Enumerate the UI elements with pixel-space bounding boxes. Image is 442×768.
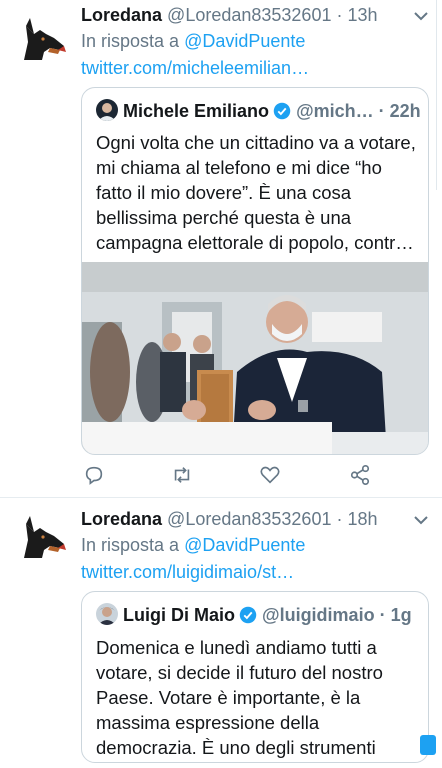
tweet-header: Loredana @Loredan83532601 · 13h	[81, 3, 430, 27]
retweet-icon[interactable]	[171, 464, 193, 486]
tweet-link[interactable]: twitter.com/micheleemilian…	[81, 55, 430, 83]
quoted-tweet-photo[interactable]	[82, 262, 428, 454]
quoted-author-line: Luigi Di Maio @luigidimaio · 1g	[123, 603, 412, 627]
person-avatar-image	[96, 603, 118, 625]
timestamp[interactable]: 18h	[347, 509, 377, 529]
quoted-handle-time: @mich… · 22h	[296, 101, 421, 121]
reply-prefix: In risposta a	[81, 535, 185, 555]
heart-icon[interactable]	[259, 464, 281, 486]
author-name[interactable]: Loredana	[81, 509, 162, 529]
author-handle[interactable]: @Loredan83532601	[167, 5, 331, 25]
quoted-avatar	[96, 99, 118, 121]
tweet-content: Loredana @Loredan83532601 · 18h In rispo…	[81, 507, 430, 587]
timestamp[interactable]: 13h	[347, 5, 377, 25]
tweet-content: Loredana @Loredan83532601 · 13h In rispo…	[81, 3, 430, 83]
quoted-tweet-text: Domenica e lunedì andiamo tutti a votare…	[96, 637, 383, 758]
reply-mention-link[interactable]: @DavidPuente	[184, 535, 305, 555]
quoted-author-line: Michele Emiliano @mich… · 22h	[123, 99, 421, 123]
author-name[interactable]: Loredana	[81, 5, 162, 25]
reply-context: In risposta a @DavidPuente	[81, 27, 430, 55]
quoted-handle-time: @luigidimaio · 1g	[262, 605, 412, 625]
doberman-avatar-image	[14, 510, 70, 566]
quoted-author-name: Luigi Di Maio	[123, 605, 235, 625]
avatar[interactable]	[14, 510, 70, 566]
tweet-link[interactable]: twitter.com/luigidimaio/st…	[81, 559, 430, 587]
reply-icon[interactable]	[83, 464, 105, 486]
separator-dot: ·	[331, 5, 348, 25]
quoted-tweet-text: Ogni volta che un cittadino va a votare,…	[96, 132, 416, 253]
quoted-tweet-header: Michele Emiliano @mich… · 22h	[96, 99, 421, 123]
verified-badge-icon	[273, 102, 291, 120]
chevron-down-icon[interactable]	[412, 9, 430, 23]
avatar[interactable]	[14, 12, 70, 68]
tweet[interactable]: Loredana @Loredan83532601 · 13h In rispo…	[0, 0, 442, 498]
voting-photo-image	[82, 262, 428, 454]
reply-mention-link[interactable]: @DavidPuente	[184, 31, 305, 51]
author-handle[interactable]: @Loredan83532601	[167, 509, 331, 529]
reply-prefix: In risposta a	[81, 31, 185, 51]
quoted-tweet-header: Luigi Di Maio @luigidimaio · 1g	[96, 603, 418, 627]
quoted-tweet-card[interactable]: Michele Emiliano @mich… · 22h Ogni volta…	[81, 87, 429, 455]
quoted-tweet-card[interactable]: Luigi Di Maio @luigidimaio · 1g Domenica…	[81, 591, 429, 763]
verified-badge-icon	[239, 606, 257, 624]
tweet-actions	[81, 464, 381, 490]
doberman-avatar-image	[14, 12, 70, 68]
tweet-header: Loredana @Loredan83532601 · 18h	[81, 507, 430, 531]
scrollbar[interactable]	[436, 0, 442, 190]
quoted-avatar	[96, 603, 118, 625]
person-avatar-image	[96, 99, 118, 121]
quoted-author-name: Michele Emiliano	[123, 101, 270, 121]
floating-badge-icon[interactable]	[420, 735, 436, 755]
reply-context: In risposta a @DavidPuente	[81, 531, 430, 559]
chevron-down-icon[interactable]	[412, 513, 430, 527]
tweet[interactable]: Loredana @Loredan83532601 · 18h In rispo…	[0, 498, 442, 768]
share-icon[interactable]	[349, 464, 371, 486]
separator-dot: ·	[331, 509, 348, 529]
